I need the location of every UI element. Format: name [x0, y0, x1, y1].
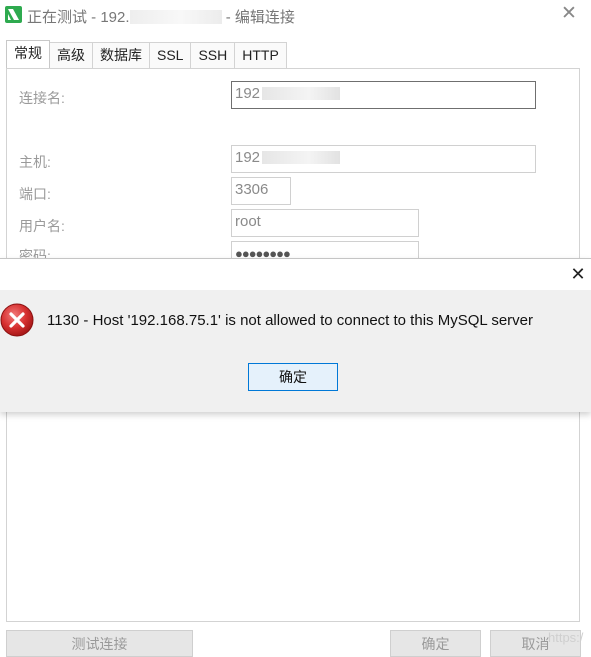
error-dialog-titlebar: ✕ — [0, 259, 591, 290]
username-value: root — [235, 213, 261, 230]
dialog-close-icon[interactable]: ✕ — [568, 263, 588, 285]
port-label: 端口: — [19, 186, 51, 202]
connection-name-input[interactable]: 192 — [231, 81, 536, 109]
window-title-suffix: - 编辑连接 — [225, 9, 295, 26]
connection-tabs: 常规 高级 数据库 SSL SSH HTTP — [6, 40, 287, 68]
port-value: 3306 — [235, 181, 269, 198]
port-input[interactable]: 3306 — [231, 177, 291, 205]
dialog-ok-button[interactable]: 确定 — [248, 363, 338, 391]
error-icon — [0, 303, 34, 337]
tab-ssl[interactable]: SSL — [149, 42, 192, 68]
username-label: 用户名: — [19, 218, 65, 234]
window-title: 正在测试 - 192. - 编辑连接 — [27, 6, 295, 27]
watermark-text: https:/ — [548, 630, 584, 645]
username-input[interactable]: root — [231, 209, 419, 237]
host-value: 192 — [235, 149, 261, 166]
redacted-host-mask — [129, 10, 222, 24]
error-message: 1130 - Host '192.168.75.1' is not allowe… — [47, 312, 533, 329]
error-dialog-body: 1130 - Host '192.168.75.1' is not allowe… — [0, 290, 591, 412]
window-titlebar: 正在测试 - 192. - 编辑连接 ✕ — [0, 0, 591, 32]
redacted-ip-mask — [262, 151, 341, 164]
host-input[interactable]: 192 — [231, 145, 536, 173]
window-title-prefix: 正在测试 - 192. — [27, 9, 130, 26]
connection-name-value: 192 — [235, 85, 261, 102]
error-dialog: ✕ 1130 - Host '192.168.75.1' is not allo… — [0, 258, 591, 412]
tab-http[interactable]: HTTP — [234, 42, 287, 68]
tab-ssh[interactable]: SSH — [190, 42, 236, 68]
redacted-ip-mask — [262, 87, 341, 100]
tab-database[interactable]: 数据库 — [92, 42, 150, 68]
host-label: 主机: — [19, 154, 51, 170]
connection-name-label: 连接名: — [19, 90, 65, 106]
ok-button[interactable]: 确定 — [390, 630, 481, 657]
window-close-icon[interactable]: ✕ — [558, 3, 580, 25]
navicat-app-icon — [5, 6, 22, 23]
tab-general[interactable]: 常规 — [6, 40, 50, 68]
tab-advanced[interactable]: 高级 — [49, 42, 93, 68]
test-connection-button[interactable]: 测试连接 — [6, 630, 193, 657]
